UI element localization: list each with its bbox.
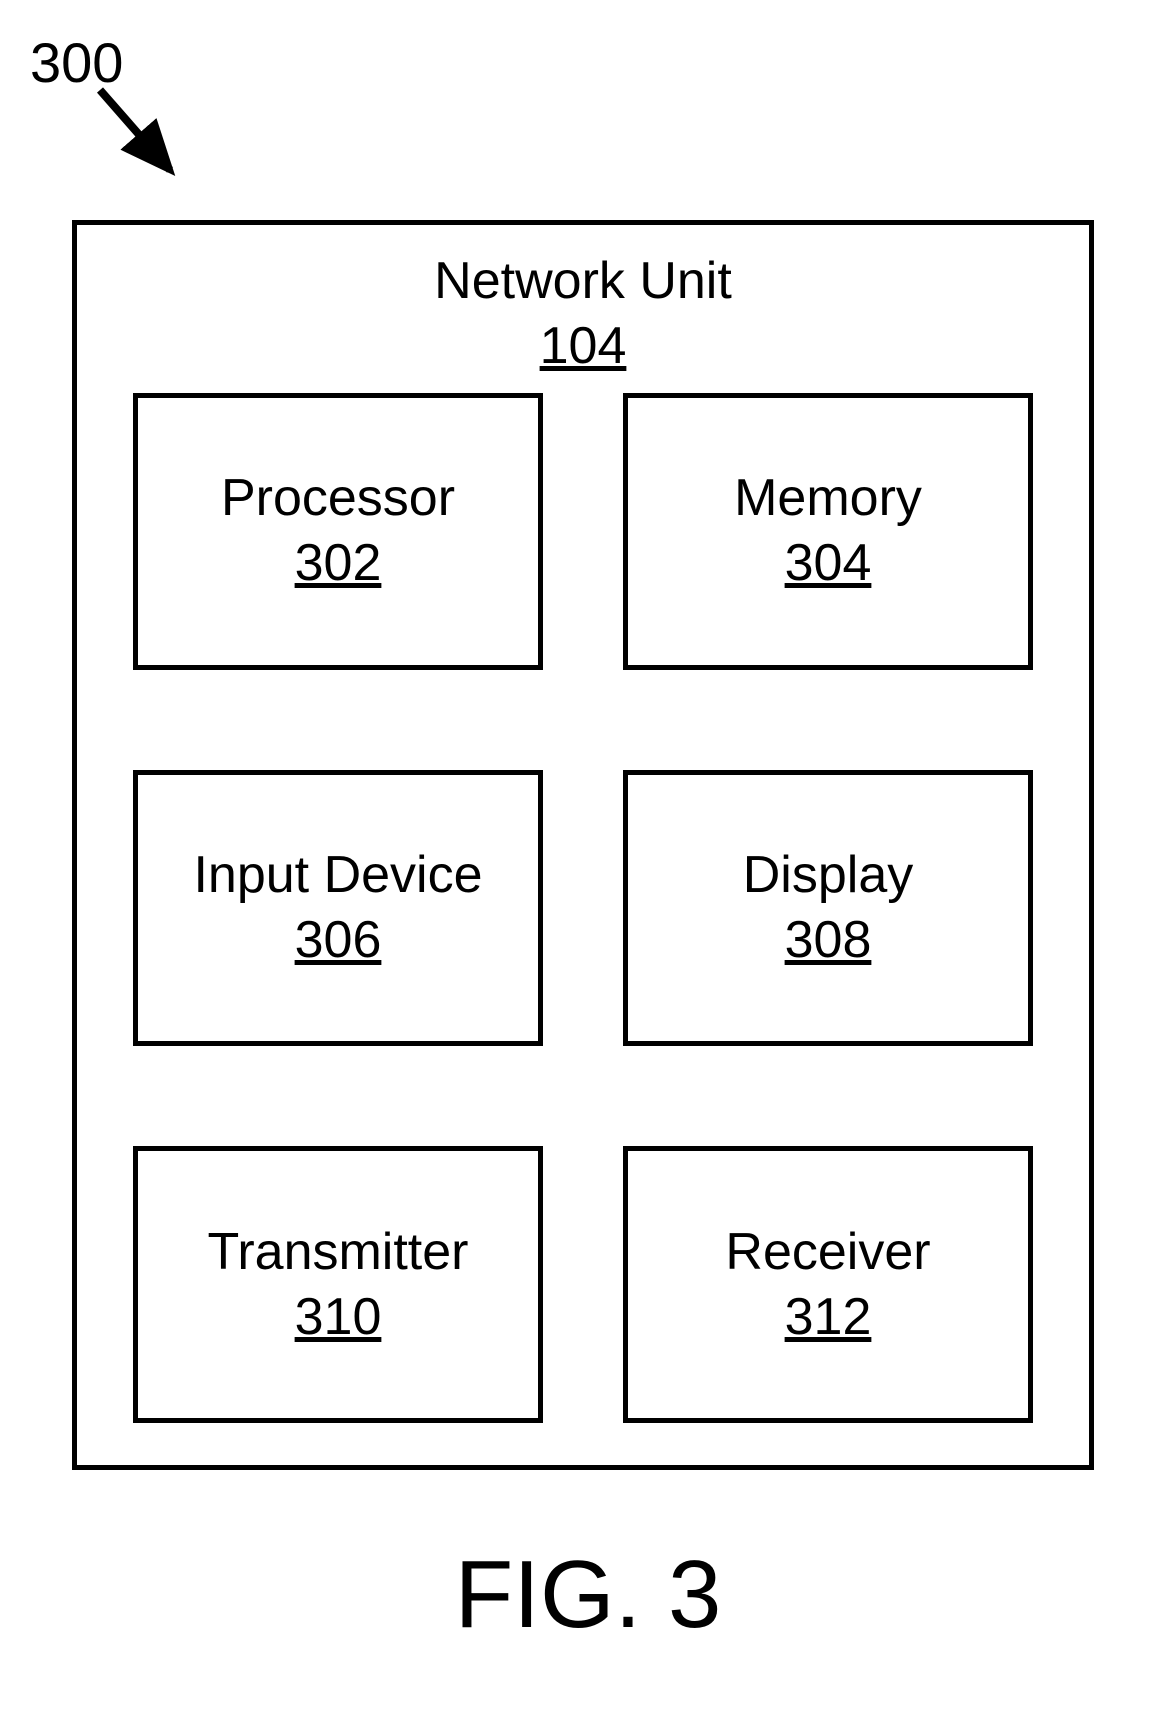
block-input-device: Input Device 306	[133, 770, 543, 1047]
block-transmitter: Transmitter 310	[133, 1146, 543, 1423]
figure-caption: FIG. 3	[0, 1540, 1176, 1650]
block-ref: 310	[295, 1285, 382, 1350]
block-label: Display	[743, 843, 914, 908]
block-receiver: Receiver 312	[623, 1146, 1033, 1423]
block-processor: Processor 302	[133, 393, 543, 670]
block-ref: 302	[295, 531, 382, 596]
container-title: Network Unit 104	[77, 249, 1089, 379]
arrow-icon	[90, 80, 200, 190]
diagram-canvas: 300 Network Unit 104 Processor 302 Memor…	[0, 0, 1176, 1721]
block-label: Transmitter	[208, 1220, 469, 1285]
block-label: Memory	[734, 466, 922, 531]
container-title-label: Network Unit	[434, 252, 732, 310]
block-ref: 312	[785, 1285, 872, 1350]
block-memory: Memory 304	[623, 393, 1033, 670]
block-ref: 304	[785, 531, 872, 596]
block-label: Input Device	[193, 843, 482, 908]
component-grid: Processor 302 Memory 304 Input Device 30…	[133, 393, 1033, 1423]
block-label: Processor	[221, 466, 455, 531]
network-unit-container: Network Unit 104 Processor 302 Memory 30…	[72, 220, 1094, 1470]
block-ref: 308	[785, 908, 872, 973]
block-ref: 306	[295, 908, 382, 973]
block-label: Receiver	[725, 1220, 930, 1285]
block-display: Display 308	[623, 770, 1033, 1047]
container-title-ref: 104	[540, 317, 627, 375]
